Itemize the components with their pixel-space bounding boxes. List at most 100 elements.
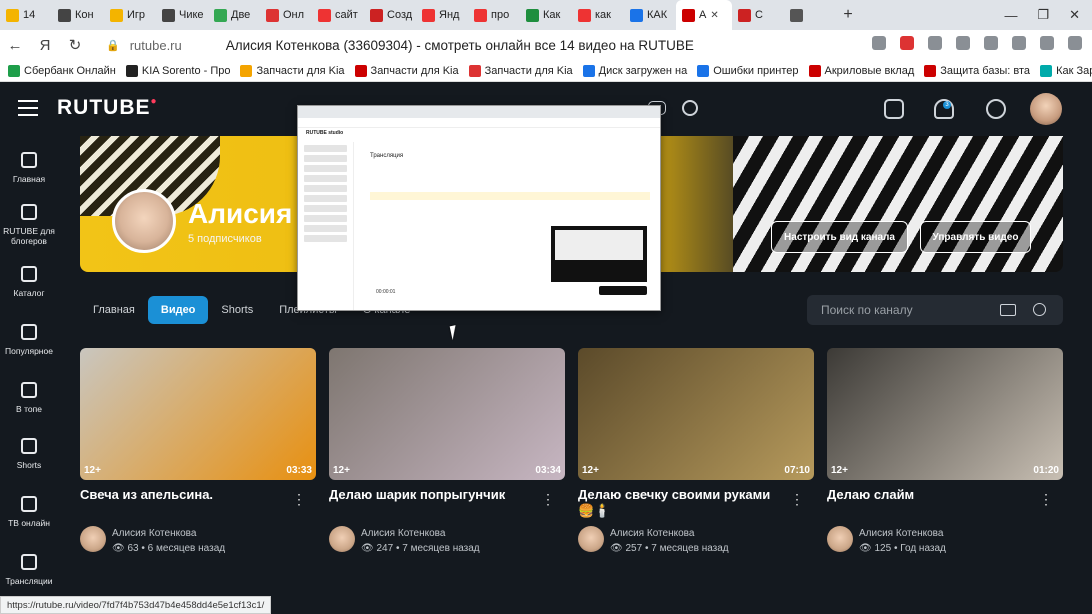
sidebar-item-shorts[interactable]: Shorts <box>0 438 58 470</box>
customize-channel-button[interactable]: Настроить вид канала <box>771 221 908 253</box>
browser-tab[interactable]: Чике <box>156 0 208 30</box>
author-avatar[interactable] <box>578 526 604 552</box>
user-avatar[interactable] <box>1030 93 1062 125</box>
video-thumbnail[interactable]: 12+ 03:33 <box>80 348 316 480</box>
close-tab-icon[interactable]: ✕ <box>710 10 718 21</box>
thumbnail-image <box>578 348 814 480</box>
browser-tab[interactable]: как <box>572 0 624 30</box>
browser-tab[interactable]: Созд <box>364 0 416 30</box>
browser-tab[interactable] <box>784 0 836 30</box>
search-icon[interactable] <box>682 100 698 116</box>
browser-tab[interactable]: А ✕ <box>676 0 732 30</box>
bookmark-item[interactable]: Запчасти для Kia <box>240 64 345 77</box>
tab-label: С <box>755 9 763 21</box>
reload-icon[interactable]: ↻ <box>60 36 90 54</box>
channel-search-input[interactable]: Поиск по каналу <box>807 295 1063 325</box>
bookmark-item[interactable]: Сбербанк Онлайн <box>8 64 116 77</box>
upload-icon[interactable] <box>884 99 904 119</box>
browser-tab[interactable]: Онл <box>260 0 312 30</box>
bookmark-label: KIA Sorento - Про <box>141 64 231 77</box>
url-field[interactable]: 🔒 rutube.ru Алисия Котенкова (33609304) … <box>106 35 806 56</box>
new-tab-icon[interactable]: + <box>836 6 860 24</box>
video-title[interactable]: Делаю свечку своими руками 🍔🕯️ <box>578 487 783 519</box>
extension-icon[interactable] <box>1012 36 1026 50</box>
extension-icon[interactable] <box>984 36 998 50</box>
popup-tab-bar <box>298 106 660 118</box>
author-avatar[interactable] <box>827 526 853 552</box>
video-title[interactable]: Делаю слайм <box>827 487 1032 503</box>
maximize-icon[interactable]: ❐ <box>1037 7 1049 23</box>
extension-icon[interactable] <box>928 36 942 50</box>
author-name[interactable]: Алисия Котенкова <box>610 528 694 539</box>
sidebar-item-home[interactable]: Главная <box>0 152 58 184</box>
tab-label: А <box>699 9 707 21</box>
status-bar-url: https://rutube.ru/video/7fd7f4b753d47b4e… <box>0 596 272 614</box>
menu-icon[interactable] <box>1068 36 1082 50</box>
browser-tab[interactable]: 14 <box>0 0 52 30</box>
bookmark-label: Защита базы: вта <box>940 64 1031 77</box>
bookmark-item[interactable]: Акриловые вклад <box>808 64 914 77</box>
browser-tab[interactable]: КАК <box>624 0 676 30</box>
lock-icon: 🔒 <box>106 40 120 52</box>
author-avatar[interactable] <box>329 526 355 552</box>
theme-toggle-icon[interactable] <box>986 99 1006 119</box>
more-options-icon[interactable]: ⋮ <box>790 491 804 508</box>
tab-shorts[interactable]: Shorts <box>208 296 266 324</box>
browser-tab[interactable]: Игр <box>104 0 156 30</box>
extension-icon[interactable] <box>956 36 970 50</box>
author-avatar[interactable] <box>80 526 106 552</box>
bookmark-item[interactable]: Защита базы: вта <box>924 64 1031 77</box>
sidebar-item-bloggers[interactable]: RUTUBE для блогеров <box>0 204 58 246</box>
tab-home[interactable]: Главная <box>80 296 148 324</box>
download-icon[interactable] <box>1040 36 1054 50</box>
browser-tab[interactable]: про <box>468 0 520 30</box>
favicon-icon <box>266 8 279 22</box>
bookmark-item[interactable]: Ошибки принтер <box>697 64 799 77</box>
sidebar-item-top[interactable]: В топе <box>0 382 58 414</box>
bookmark-label: Запчасти для Kia <box>256 64 345 77</box>
browser-tab[interactable]: Две <box>208 0 260 30</box>
favicon-icon <box>125 64 138 77</box>
bookmark-item[interactable]: KIA Sorento - Про <box>125 64 231 77</box>
bookmark-item[interactable]: Диск загружен на <box>582 64 687 77</box>
rutube-logo[interactable]: RUTUBE● <box>57 96 158 120</box>
yandex-icon[interactable]: Я <box>30 37 60 54</box>
more-options-icon[interactable]: ⋮ <box>541 491 555 508</box>
author-name[interactable]: Алисия Котенкова <box>361 528 445 539</box>
video-thumbnail[interactable]: 12+ 01:20 <box>827 348 1063 480</box>
video-title[interactable]: Свеча из апельсина. <box>80 487 285 503</box>
minimize-icon[interactable]: — <box>1004 8 1017 23</box>
popup-start-button[interactable] <box>599 286 647 295</box>
video-title[interactable]: Делаю шарик попрыгунчик <box>329 487 534 503</box>
more-options-icon[interactable]: ⋮ <box>1039 491 1053 508</box>
keyboard-icon[interactable] <box>1000 304 1016 316</box>
close-window-icon[interactable]: ✕ <box>1069 7 1080 23</box>
channel-avatar[interactable] <box>112 189 176 253</box>
extension-icon[interactable] <box>872 36 886 50</box>
manage-videos-button[interactable]: Управлять видео <box>920 221 1031 253</box>
browser-tab[interactable]: Кон <box>52 0 104 30</box>
bookmark-item[interactable]: Запчасти для Kia <box>354 64 459 77</box>
bookmark-item[interactable]: Запчасти для Kia <box>468 64 573 77</box>
tab-label: Две <box>231 9 251 21</box>
more-options-icon[interactable]: ⋮ <box>292 491 306 508</box>
age-rating: 12+ <box>333 465 350 476</box>
browser-tab[interactable]: сайт <box>312 0 364 30</box>
extension-icon[interactable] <box>900 36 914 50</box>
author-name[interactable]: Алисия Котенкова <box>112 528 196 539</box>
bookmark-item[interactable]: Как Зарабатыват <box>1040 64 1092 77</box>
tab-videos[interactable]: Видео <box>147 296 209 324</box>
sidebar-item-streams[interactable]: Трансляции <box>0 554 58 586</box>
video-thumbnail[interactable]: 12+ 07:10 <box>578 348 814 480</box>
sidebar-item-catalog[interactable]: Каталог <box>0 266 58 298</box>
search-icon[interactable] <box>1033 303 1046 316</box>
sidebar-item-popular[interactable]: Популярное <box>0 324 58 356</box>
author-name[interactable]: Алисия Котенкова <box>859 528 943 539</box>
sidebar-item-tv[interactable]: ТВ онлайн <box>0 496 58 528</box>
video-thumbnail[interactable]: 12+ 03:34 <box>329 348 565 480</box>
browser-tab[interactable]: Как <box>520 0 572 30</box>
browser-tab[interactable]: С <box>732 0 784 30</box>
menu-icon[interactable] <box>18 100 38 116</box>
browser-tab[interactable]: Янд <box>416 0 468 30</box>
back-icon[interactable]: ← <box>0 37 30 54</box>
